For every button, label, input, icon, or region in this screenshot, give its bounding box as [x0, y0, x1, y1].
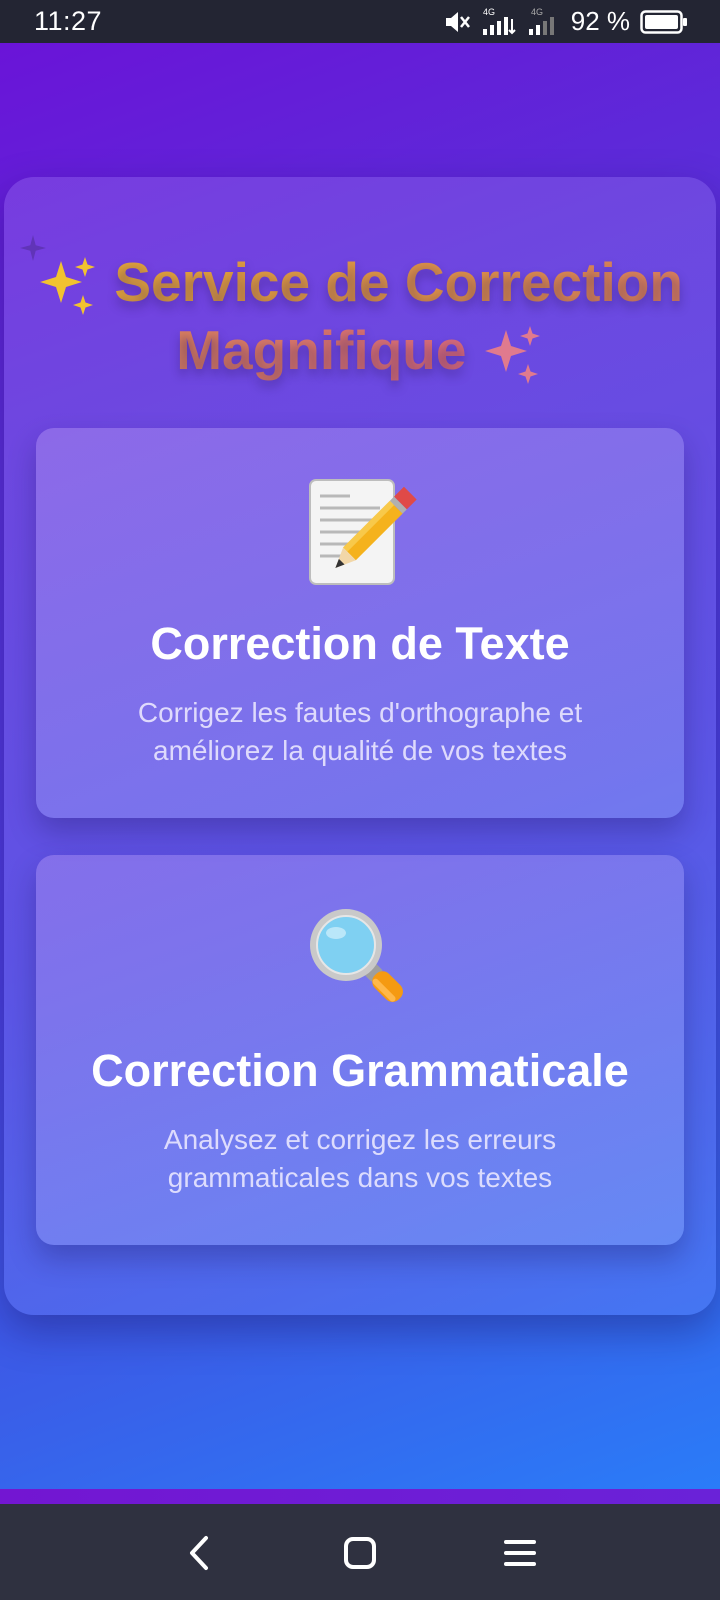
- status-icons: 4G 4G 92 %: [443, 6, 688, 37]
- status-bar: 11:27 4G 4G 92 %: [0, 0, 720, 43]
- memo-pencil-icon: [309, 479, 417, 585]
- card-title: Correction Grammaticale: [91, 1045, 629, 1096]
- magnifying-glass-icon: [310, 909, 403, 1002]
- network-label-1: 4G: [483, 7, 495, 17]
- main-panel: Service de Correction Magnifique Correct…: [4, 177, 716, 1315]
- card-description: Corrigez les fautes d'orthographe et amé…: [137, 697, 583, 766]
- mute-icon: [443, 9, 471, 35]
- battery-icon: [640, 9, 688, 34]
- card-title: Correction de Texte: [150, 618, 570, 669]
- navigation-bar: [0, 1504, 720, 1600]
- app-screen: Service de Correction Magnifique Correct…: [0, 43, 720, 1489]
- grammar-correction-card[interactable]: Correction Grammaticale Analysez et corr…: [36, 855, 684, 1245]
- signal-icon-1: 4G: [481, 7, 517, 37]
- sparkles-icon-trailing: [484, 325, 540, 384]
- network-label-2: 4G: [531, 7, 543, 17]
- text-correction-card[interactable]: Correction de Texte Corrigez les fautes …: [36, 428, 684, 818]
- battery-percent: 92 %: [570, 6, 630, 36]
- menu-icon[interactable]: [490, 1530, 550, 1576]
- title-text: Service de Correction Magnifique: [114, 251, 683, 382]
- signal-icon-2: 4G: [527, 7, 557, 37]
- back-icon[interactable]: [170, 1530, 230, 1576]
- card-description: Analysez et corrigez les erreurs grammat…: [163, 1124, 557, 1193]
- status-time: 11:27: [34, 6, 103, 36]
- home-icon[interactable]: [330, 1530, 390, 1576]
- page-title: Service de Correction Magnifique: [24, 249, 696, 386]
- sparkles-icon-leading: [40, 257, 96, 316]
- bottom-accent-strip: [0, 1489, 720, 1504]
